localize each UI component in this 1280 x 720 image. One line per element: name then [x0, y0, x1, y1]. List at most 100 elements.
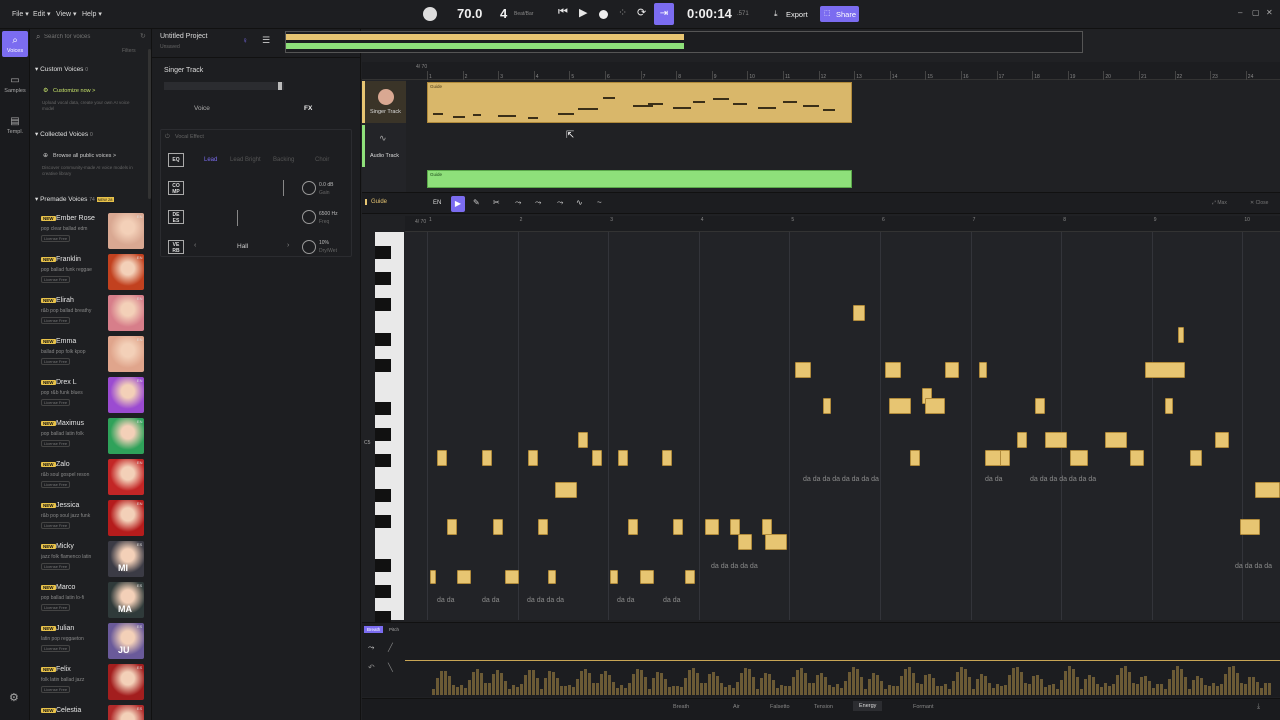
metronome-icon[interactable] — [423, 7, 437, 21]
black-key[interactable] — [375, 454, 391, 467]
nav-voices[interactable]: ⌕ Voices — [2, 31, 28, 57]
deess-slider[interactable] — [237, 210, 238, 226]
export-icon[interactable]: ⤓ — [774, 9, 778, 19]
param-erase-icon[interactable]: ╲ — [388, 663, 393, 672]
piano-keyboard[interactable]: C5 — [364, 232, 404, 685]
power-icon[interactable]: ⏻ — [165, 134, 170, 141]
voice-item[interactable]: NEW Ember Rose pop clear ballad edm License… — [30, 213, 148, 251]
note-block[interactable] — [1255, 482, 1280, 498]
volume-slider[interactable] — [164, 82, 284, 90]
editor-time-signature[interactable]: 4/ 70 — [415, 219, 426, 225]
loop-icon[interactable]: ⟳ — [637, 6, 646, 19]
note-block[interactable] — [705, 519, 719, 535]
wave-icon[interactable]: ∿ — [576, 198, 583, 207]
vibrato-icon[interactable]: ⤳ — [535, 198, 541, 208]
black-key[interactable] — [375, 402, 391, 415]
param-draw-icon[interactable]: ⤳ — [368, 643, 374, 653]
param-pitch-tab[interactable]: Pitch — [386, 626, 402, 633]
note-block[interactable] — [1145, 362, 1185, 378]
note-block[interactable] — [662, 450, 672, 466]
note-block[interactable] — [1240, 519, 1260, 535]
black-key[interactable] — [375, 359, 391, 372]
eq-mode-choir[interactable]: Choir — [315, 157, 329, 163]
note-block[interactable] — [853, 305, 865, 321]
reverb-type[interactable]: Hall — [237, 243, 248, 250]
language-toggle[interactable]: EN — [433, 200, 441, 206]
premade-voices-header[interactable]: ▾ Premade Voices 74 NEW 28 — [35, 195, 114, 203]
note-block[interactable] — [1190, 450, 1202, 466]
note-block[interactable] — [945, 362, 959, 378]
voice-item[interactable]: NEW Drex L pop r&b funk blues License Free E… — [30, 377, 148, 415]
tab-voice[interactable]: Voice — [194, 105, 210, 112]
grid-icon[interactable]: ⁘ — [618, 6, 627, 19]
follow-playhead-icon[interactable]: ⇥ — [654, 3, 674, 25]
note-block[interactable] — [1165, 398, 1173, 414]
note-block[interactable] — [447, 519, 457, 535]
reverb-knob[interactable] — [302, 240, 316, 254]
reverb-prev-icon[interactable]: ‹ — [194, 242, 196, 249]
search-input[interactable] — [44, 31, 134, 42]
note-block[interactable] — [738, 534, 752, 550]
beats-per-bar[interactable]: 4 — [500, 6, 507, 21]
minimize-icon[interactable]: – — [1238, 8, 1242, 17]
note-block[interactable] — [1045, 432, 1067, 448]
param-reset-icon[interactable]: ↶ — [368, 663, 375, 672]
deess-knob[interactable] — [302, 210, 316, 224]
menu-file[interactable]: File ▾ — [12, 10, 29, 18]
voice-item[interactable]: NEW Zalo r&b soul gospel reson License Free… — [30, 459, 148, 497]
note-block[interactable] — [528, 450, 538, 466]
share-button[interactable]: ⬚ Share — [820, 6, 859, 22]
overview-minimap[interactable] — [285, 31, 1083, 53]
transition-icon[interactable]: ⤳ — [557, 198, 563, 208]
audio-track-header[interactable]: ∿ Audio Track — [362, 125, 406, 167]
tempo-value[interactable]: 70.0 — [457, 6, 482, 21]
project-title[interactable]: Untitled Project — [160, 33, 207, 40]
time-signature[interactable]: 4/ 70 — [416, 64, 427, 70]
voice-item[interactable]: NEW Franklin pop ballad funk reggae License… — [30, 254, 148, 292]
record-icon[interactable] — [599, 10, 608, 19]
black-key[interactable] — [375, 489, 391, 502]
editor-ruler[interactable]: 4/ 70 1 2 3 4 5 6 7 8 9 10 — [405, 216, 1280, 232]
note-block[interactable] — [673, 519, 683, 535]
note-block[interactable] — [1215, 432, 1229, 448]
voice-item[interactable]: NEW Emma ballad pop folk kpop License Free E… — [30, 336, 148, 374]
voice-item[interactable]: NEW Felix folk latin ballad jazz License Fr… — [30, 664, 148, 702]
tab-air[interactable]: Air — [733, 704, 740, 710]
black-key[interactable] — [375, 333, 391, 346]
eq-mode-lead-bright[interactable]: Lead Bright — [230, 157, 261, 163]
custom-voices-header[interactable]: ▾ Custom Voices 0 — [35, 65, 88, 73]
note-block[interactable] — [538, 519, 548, 535]
skip-back-icon[interactable]: ⏮ — [558, 6, 568, 19]
note-block[interactable] — [1070, 450, 1088, 466]
param-breath-tab[interactable]: Breath — [364, 626, 384, 633]
voice-item[interactable]: NEWCelestiaLicense FreeES — [30, 705, 148, 720]
piano-roll-grid[interactable]: da da da da da da da da da da da da da da da … — [405, 232, 1280, 620]
singer-region[interactable]: Guide — [427, 82, 852, 123]
breath-icon[interactable]: ~ — [597, 198, 602, 207]
menu-view[interactable]: View ▾ — [56, 10, 77, 18]
eq-mode-lead[interactable]: Lead — [204, 157, 217, 163]
note-block[interactable] — [578, 432, 588, 448]
play-icon[interactable]: ▶ — [579, 6, 587, 19]
settings-icon[interactable]: ⚙ — [9, 691, 19, 704]
note-block[interactable] — [1130, 450, 1144, 466]
menu-edit[interactable]: Edit ▾ — [33, 10, 51, 18]
note-block[interactable] — [889, 398, 911, 414]
tab-energy[interactable]: Energy — [853, 701, 883, 711]
note-block[interactable] — [505, 570, 519, 584]
note-block[interactable] — [765, 534, 787, 550]
black-key[interactable] — [375, 298, 391, 311]
voice-item[interactable]: NEW Julian latin pop reggaeton License Free… — [30, 623, 148, 661]
black-key[interactable] — [375, 559, 391, 572]
pitch-curve-icon[interactable]: ⤳ — [515, 198, 521, 208]
export-button[interactable]: Export — [786, 10, 808, 19]
scrollbar[interactable] — [148, 49, 151, 199]
voice-item[interactable]: NEW Micky jazz folk flamenco latin License … — [30, 541, 148, 579]
audio-region[interactable]: Guide — [427, 170, 852, 188]
voice-item[interactable]: NEW Marco pop ballad latin lo-fi License Fr… — [30, 582, 148, 620]
note-block[interactable] — [979, 362, 987, 378]
voice-item[interactable]: NEW Maximus pop ballad latin folk License F… — [30, 418, 148, 456]
tab-falsetto[interactable]: Falsetto — [770, 704, 790, 710]
comp-knob[interactable] — [302, 181, 316, 195]
close-icon[interactable]: ✕ — [1266, 8, 1273, 17]
